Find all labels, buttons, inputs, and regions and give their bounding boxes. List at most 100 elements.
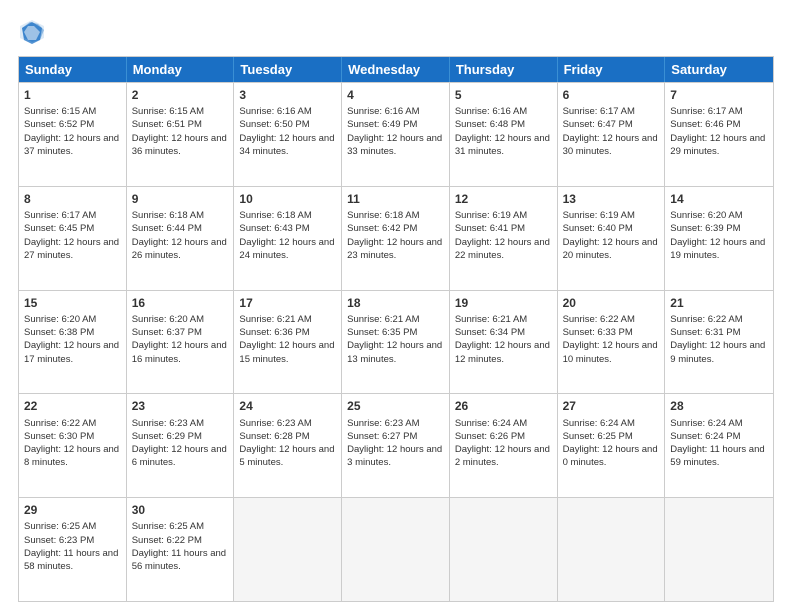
day-27: 27 Sunrise: 6:24 AM Sunset: 6:25 PM Dayli… — [558, 394, 666, 497]
day-number: 7 — [670, 87, 768, 103]
day-info: Sunrise: 6:18 AM Sunset: 6:44 PM Dayligh… — [132, 209, 229, 262]
day-23: 23 Sunrise: 6:23 AM Sunset: 6:29 PM Dayli… — [127, 394, 235, 497]
page: SundayMondayTuesdayWednesdayThursdayFrid… — [0, 0, 792, 612]
day-number: 10 — [239, 191, 336, 207]
day-info: Sunrise: 6:24 AM Sunset: 6:24 PM Dayligh… — [670, 417, 768, 470]
empty-cell — [234, 498, 342, 601]
day-20: 20 Sunrise: 6:22 AM Sunset: 6:33 PM Dayli… — [558, 291, 666, 394]
weekday-header-friday: Friday — [558, 57, 666, 82]
empty-cell — [665, 498, 773, 601]
day-3: 3 Sunrise: 6:16 AM Sunset: 6:50 PM Daylig… — [234, 83, 342, 186]
day-2: 2 Sunrise: 6:15 AM Sunset: 6:51 PM Daylig… — [127, 83, 235, 186]
day-number: 23 — [132, 398, 229, 414]
weekday-header-saturday: Saturday — [665, 57, 773, 82]
weekday-header-sunday: Sunday — [19, 57, 127, 82]
day-info: Sunrise: 6:20 AM Sunset: 6:38 PM Dayligh… — [24, 313, 121, 366]
day-number: 28 — [670, 398, 768, 414]
day-18: 18 Sunrise: 6:21 AM Sunset: 6:35 PM Dayli… — [342, 291, 450, 394]
day-info: Sunrise: 6:18 AM Sunset: 6:43 PM Dayligh… — [239, 209, 336, 262]
day-info: Sunrise: 6:19 AM Sunset: 6:40 PM Dayligh… — [563, 209, 660, 262]
day-number: 15 — [24, 295, 121, 311]
weekday-header-thursday: Thursday — [450, 57, 558, 82]
day-number: 2 — [132, 87, 229, 103]
day-info: Sunrise: 6:17 AM Sunset: 6:46 PM Dayligh… — [670, 105, 768, 158]
day-number: 26 — [455, 398, 552, 414]
calendar: SundayMondayTuesdayWednesdayThursdayFrid… — [18, 56, 774, 602]
calendar-row-0: 1 Sunrise: 6:15 AM Sunset: 6:52 PM Daylig… — [19, 82, 773, 186]
day-25: 25Sunrise: 6:23 AM Sunset: 6:27 PM Dayli… — [342, 394, 450, 497]
day-5: 5 Sunrise: 6:16 AM Sunset: 6:48 PM Daylig… — [450, 83, 558, 186]
calendar-row-1: 8 Sunrise: 6:17 AM Sunset: 6:45 PM Daylig… — [19, 186, 773, 290]
day-info: Sunrise: 6:25 AM Sunset: 6:22 PM Dayligh… — [132, 520, 229, 573]
day-number: 12 — [455, 191, 552, 207]
day-info: Sunrise: 6:22 AM Sunset: 6:33 PM Dayligh… — [563, 313, 660, 366]
day-number: 25 — [347, 398, 444, 414]
empty-cell — [558, 498, 666, 601]
day-info: Sunrise: 6:15 AM Sunset: 6:52 PM Dayligh… — [24, 105, 121, 158]
day-number: 30 — [132, 502, 229, 518]
day-number: 16 — [132, 295, 229, 311]
day-7: 7 Sunrise: 6:17 AM Sunset: 6:46 PM Daylig… — [665, 83, 773, 186]
day-number: 9 — [132, 191, 229, 207]
day-13: 13 Sunrise: 6:19 AM Sunset: 6:40 PM Dayli… — [558, 187, 666, 290]
day-22: 22Sunrise: 6:22 AM Sunset: 6:30 PM Dayli… — [19, 394, 127, 497]
day-9: 9 Sunrise: 6:18 AM Sunset: 6:44 PM Daylig… — [127, 187, 235, 290]
day-info: Sunrise: 6:21 AM Sunset: 6:36 PM Dayligh… — [239, 313, 336, 366]
day-number: 1 — [24, 87, 121, 103]
day-number: 27 — [563, 398, 660, 414]
day-30: 30 Sunrise: 6:25 AM Sunset: 6:22 PM Dayli… — [127, 498, 235, 601]
day-info: Sunrise: 6:25 AM Sunset: 6:23 PM Dayligh… — [24, 520, 121, 573]
day-number: 24 — [239, 398, 336, 414]
day-number: 6 — [563, 87, 660, 103]
weekday-header-tuesday: Tuesday — [234, 57, 342, 82]
day-11: 11Sunrise: 6:18 AM Sunset: 6:42 PM Dayli… — [342, 187, 450, 290]
day-number: 19 — [455, 295, 552, 311]
calendar-row-3: 22Sunrise: 6:22 AM Sunset: 6:30 PM Dayli… — [19, 393, 773, 497]
day-number: 21 — [670, 295, 768, 311]
logo-icon — [18, 18, 46, 46]
calendar-row-2: 15 Sunrise: 6:20 AM Sunset: 6:38 PM Dayli… — [19, 290, 773, 394]
day-info: Sunrise: 6:15 AM Sunset: 6:51 PM Dayligh… — [132, 105, 229, 158]
day-number: 4 — [347, 87, 444, 103]
calendar-row-4: 29 Sunrise: 6:25 AM Sunset: 6:23 PM Dayli… — [19, 497, 773, 601]
day-info: Sunrise: 6:24 AM Sunset: 6:25 PM Dayligh… — [563, 417, 660, 470]
day-info: Sunrise: 6:17 AM Sunset: 6:47 PM Dayligh… — [563, 105, 660, 158]
day-19: 19 Sunrise: 6:21 AM Sunset: 6:34 PM Dayli… — [450, 291, 558, 394]
day-28: 28 Sunrise: 6:24 AM Sunset: 6:24 PM Dayli… — [665, 394, 773, 497]
day-info: Sunrise: 6:17 AM Sunset: 6:45 PM Dayligh… — [24, 209, 121, 262]
header — [18, 18, 774, 46]
day-info: Sunrise: 6:16 AM Sunset: 6:49 PM Dayligh… — [347, 105, 444, 158]
day-1: 1 Sunrise: 6:15 AM Sunset: 6:52 PM Daylig… — [19, 83, 127, 186]
day-number: 8 — [24, 191, 121, 207]
day-info: Sunrise: 6:23 AM Sunset: 6:29 PM Dayligh… — [132, 417, 229, 470]
day-number: 29 — [24, 502, 121, 518]
day-info: Sunrise: 6:20 AM Sunset: 6:37 PM Dayligh… — [132, 313, 229, 366]
calendar-header: SundayMondayTuesdayWednesdayThursdayFrid… — [19, 57, 773, 82]
day-6: 6 Sunrise: 6:17 AM Sunset: 6:47 PM Daylig… — [558, 83, 666, 186]
day-17: 17Sunrise: 6:21 AM Sunset: 6:36 PM Dayli… — [234, 291, 342, 394]
day-16: 16 Sunrise: 6:20 AM Sunset: 6:37 PM Dayli… — [127, 291, 235, 394]
day-info: Sunrise: 6:21 AM Sunset: 6:35 PM Dayligh… — [347, 313, 444, 366]
day-number: 20 — [563, 295, 660, 311]
day-number: 18 — [347, 295, 444, 311]
day-info: Sunrise: 6:24 AM Sunset: 6:26 PM Dayligh… — [455, 417, 552, 470]
day-number: 14 — [670, 191, 768, 207]
day-10: 10 Sunrise: 6:18 AM Sunset: 6:43 PM Dayli… — [234, 187, 342, 290]
day-info: Sunrise: 6:16 AM Sunset: 6:50 PM Dayligh… — [239, 105, 336, 158]
day-number: 5 — [455, 87, 552, 103]
day-14: 14 Sunrise: 6:20 AM Sunset: 6:39 PM Dayli… — [665, 187, 773, 290]
day-number: 3 — [239, 87, 336, 103]
empty-cell — [450, 498, 558, 601]
day-info: Sunrise: 6:20 AM Sunset: 6:39 PM Dayligh… — [670, 209, 768, 262]
weekday-header-monday: Monday — [127, 57, 235, 82]
day-info: Sunrise: 6:21 AM Sunset: 6:34 PM Dayligh… — [455, 313, 552, 366]
day-info: Sunrise: 6:22 AM Sunset: 6:30 PM Dayligh… — [24, 417, 121, 470]
day-number: 13 — [563, 191, 660, 207]
day-info: Sunrise: 6:16 AM Sunset: 6:48 PM Dayligh… — [455, 105, 552, 158]
day-21: 21 Sunrise: 6:22 AM Sunset: 6:31 PM Dayli… — [665, 291, 773, 394]
day-info: Sunrise: 6:18 AM Sunset: 6:42 PM Dayligh… — [347, 209, 444, 262]
day-29: 29 Sunrise: 6:25 AM Sunset: 6:23 PM Dayli… — [19, 498, 127, 601]
day-15: 15 Sunrise: 6:20 AM Sunset: 6:38 PM Dayli… — [19, 291, 127, 394]
day-info: Sunrise: 6:22 AM Sunset: 6:31 PM Dayligh… — [670, 313, 768, 366]
day-8: 8 Sunrise: 6:17 AM Sunset: 6:45 PM Daylig… — [19, 187, 127, 290]
